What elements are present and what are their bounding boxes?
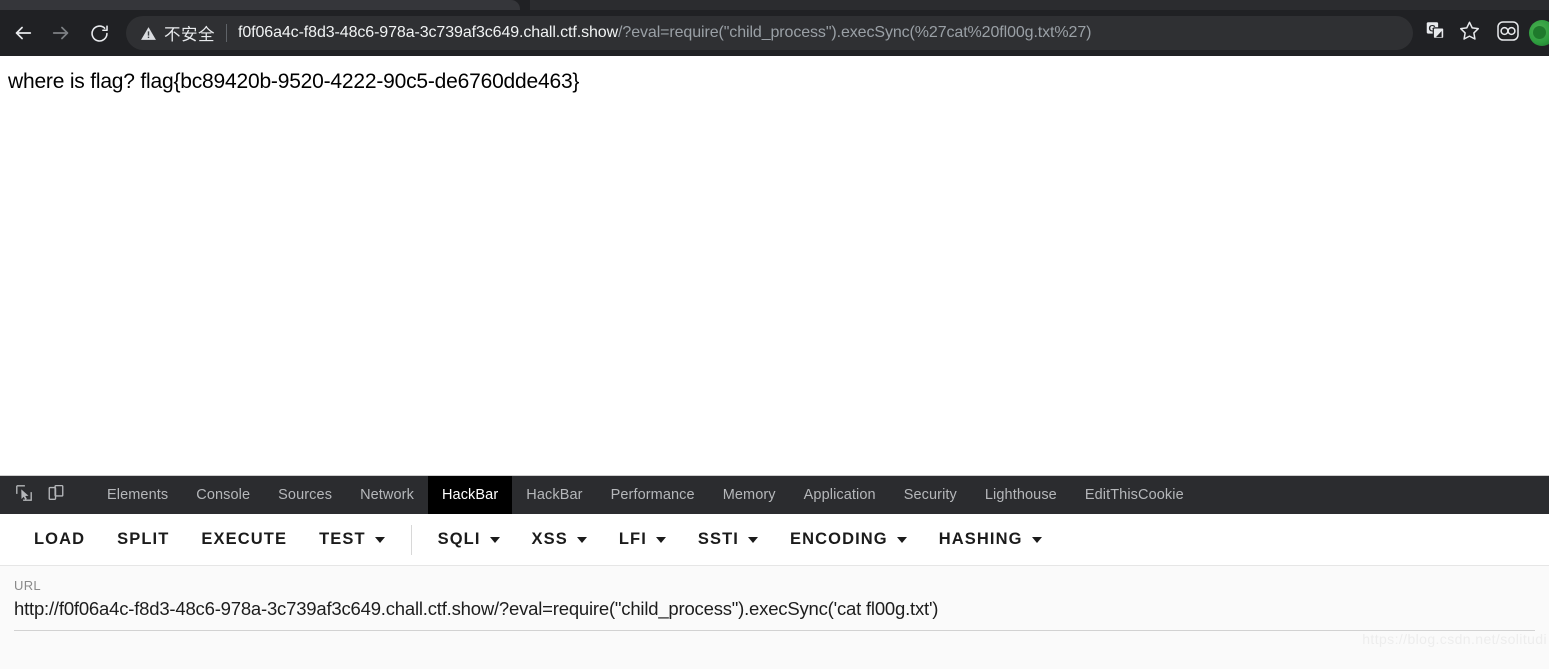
- hackbar-sqli-button[interactable]: SQLI: [422, 522, 516, 557]
- devtools-tab-security[interactable]: Security: [890, 476, 971, 514]
- page-body-text: where is flag? flag{bc89420b-9520-4222-9…: [8, 70, 580, 93]
- omnibox-divider: [226, 24, 227, 42]
- chevron-down-icon: [489, 536, 500, 543]
- url-path: /?eval=require("child_process").execSync…: [618, 24, 1092, 41]
- hackbar-lfi-button[interactable]: LFI: [603, 522, 682, 557]
- url-field-label: URL: [14, 578, 41, 593]
- hackbar-lfi-label: LFI: [618, 530, 647, 548]
- hackbar-ssti-button[interactable]: SSTI: [682, 522, 774, 557]
- reload-button[interactable]: [80, 14, 118, 52]
- chevron-down-icon: [748, 536, 758, 543]
- tab-strip-background: [530, 0, 1549, 10]
- extensions-area: [1485, 18, 1549, 48]
- hackbar-encoding-label: ENCODING: [790, 530, 888, 548]
- translate-icon: G: [1425, 20, 1446, 46]
- address-bar-url[interactable]: f0f06a4c-f8d3-48c6-978a-3c739af3c649.cha…: [238, 24, 1091, 42]
- hackbar-hashing-label: HASHING: [938, 530, 1023, 548]
- address-bar[interactable]: 不安全 f0f06a4c-f8d3-48c6-978a-3c739af3c649…: [126, 16, 1413, 50]
- chevron-down-icon: [1031, 536, 1042, 543]
- hackbar-load-button[interactable]: LOAD: [18, 522, 101, 557]
- hackbar-hashing-button[interactable]: HASHING: [923, 522, 1058, 557]
- chevron-down-icon: [896, 536, 907, 543]
- devtools-tab-sources[interactable]: Sources: [264, 476, 346, 514]
- tab-strip: [0, 0, 1549, 10]
- url-input-underline: [14, 630, 1535, 631]
- page-viewport: where is flag? flag{bc89420b-9520-4222-9…: [0, 56, 1549, 475]
- devtools-tab-performance[interactable]: Performance: [597, 476, 709, 514]
- devtools-panel: Elements Console Sources Network HackBar…: [0, 475, 1549, 669]
- omnibox-actions: G: [1419, 17, 1485, 49]
- devtools-tool-icons: [4, 476, 93, 514]
- security-status-label: 不安全: [164, 26, 215, 44]
- browser-toolbar: 不安全 f0f06a4c-f8d3-48c6-978a-3c739af3c649…: [0, 10, 1549, 56]
- translate-button[interactable]: G: [1419, 17, 1451, 49]
- hackbar-extension-icon: [1495, 18, 1521, 49]
- hackbar-ssti-label: SSTI: [697, 530, 739, 548]
- chevron-down-icon: [655, 536, 666, 543]
- devtools-tab-network[interactable]: Network: [346, 476, 428, 514]
- devtools-tab-application[interactable]: Application: [790, 476, 890, 514]
- devtools-tab-editthiscookie[interactable]: EditThisCookie: [1071, 476, 1198, 514]
- hackbar-toolbar: LOAD SPLIT EXECUTE TEST SQLI XSS LFI SST…: [0, 514, 1549, 566]
- devtools-tab-memory[interactable]: Memory: [709, 476, 790, 514]
- hackbar-sqli-label: SQLI: [437, 530, 481, 548]
- devtools-tab-console[interactable]: Console: [182, 476, 264, 514]
- hackbar-execute-button[interactable]: EXECUTE: [185, 522, 303, 557]
- devtools-tab-hackbar-active[interactable]: HackBar: [427, 476, 513, 514]
- browser-tab[interactable]: [0, 0, 520, 10]
- hackbar-xss-label: XSS: [531, 530, 568, 548]
- hackbar-load-label: LOAD: [34, 530, 86, 548]
- hackbar-split-label: SPLIT: [117, 530, 170, 548]
- arrow-right-icon: [50, 22, 72, 44]
- warning-triangle-icon[interactable]: [140, 25, 157, 42]
- green-extension-icon[interactable]: [1529, 20, 1549, 46]
- watermark: https://blog.csdn.net/solitudi: [1362, 631, 1547, 647]
- hackbar-encoding-button[interactable]: ENCODING: [774, 522, 923, 557]
- devtools-tab-lighthouse[interactable]: Lighthouse: [971, 476, 1071, 514]
- star-icon: [1459, 20, 1480, 46]
- hackbar-xss-button[interactable]: XSS: [516, 522, 603, 557]
- browser-chrome: 不安全 f0f06a4c-f8d3-48c6-978a-3c739af3c649…: [0, 0, 1549, 56]
- devtools-tab-elements[interactable]: Elements: [93, 476, 182, 514]
- hackbar-body: URL http://f0f06a4c-f8d3-48c6-978a-3c739…: [0, 566, 1549, 669]
- url-host: f0f06a4c-f8d3-48c6-978a-3c739af3c649.cha…: [238, 24, 619, 41]
- bookmark-button[interactable]: [1453, 17, 1485, 49]
- chevron-down-icon: [374, 536, 385, 543]
- devtools-tabs: Elements Console Sources Network HackBar…: [93, 476, 1198, 514]
- device-toolbar-button[interactable]: [42, 481, 70, 509]
- url-input[interactable]: http://f0f06a4c-f8d3-48c6-978a-3c739af3c…: [14, 598, 1535, 620]
- reload-icon: [89, 23, 110, 44]
- hackbar-execute-label: EXECUTE: [201, 530, 288, 548]
- device-toolbar-icon: [47, 484, 65, 507]
- hackbar-split-button[interactable]: SPLIT: [101, 522, 185, 557]
- back-button[interactable]: [4, 14, 42, 52]
- inspect-element-icon: [15, 484, 33, 507]
- hackbar-extension-button[interactable]: [1493, 18, 1523, 48]
- devtools-tab-hackbar-2[interactable]: HackBar: [512, 476, 596, 514]
- chevron-down-icon: [576, 536, 587, 543]
- hackbar-test-label: TEST: [319, 530, 366, 548]
- inspect-element-button[interactable]: [10, 481, 38, 509]
- devtools-tabbar: Elements Console Sources Network HackBar…: [0, 476, 1549, 514]
- forward-button[interactable]: [42, 14, 80, 52]
- hackbar-test-button[interactable]: TEST: [303, 522, 401, 557]
- arrow-left-icon: [12, 22, 34, 44]
- hackbar-toolbar-divider: [410, 524, 412, 555]
